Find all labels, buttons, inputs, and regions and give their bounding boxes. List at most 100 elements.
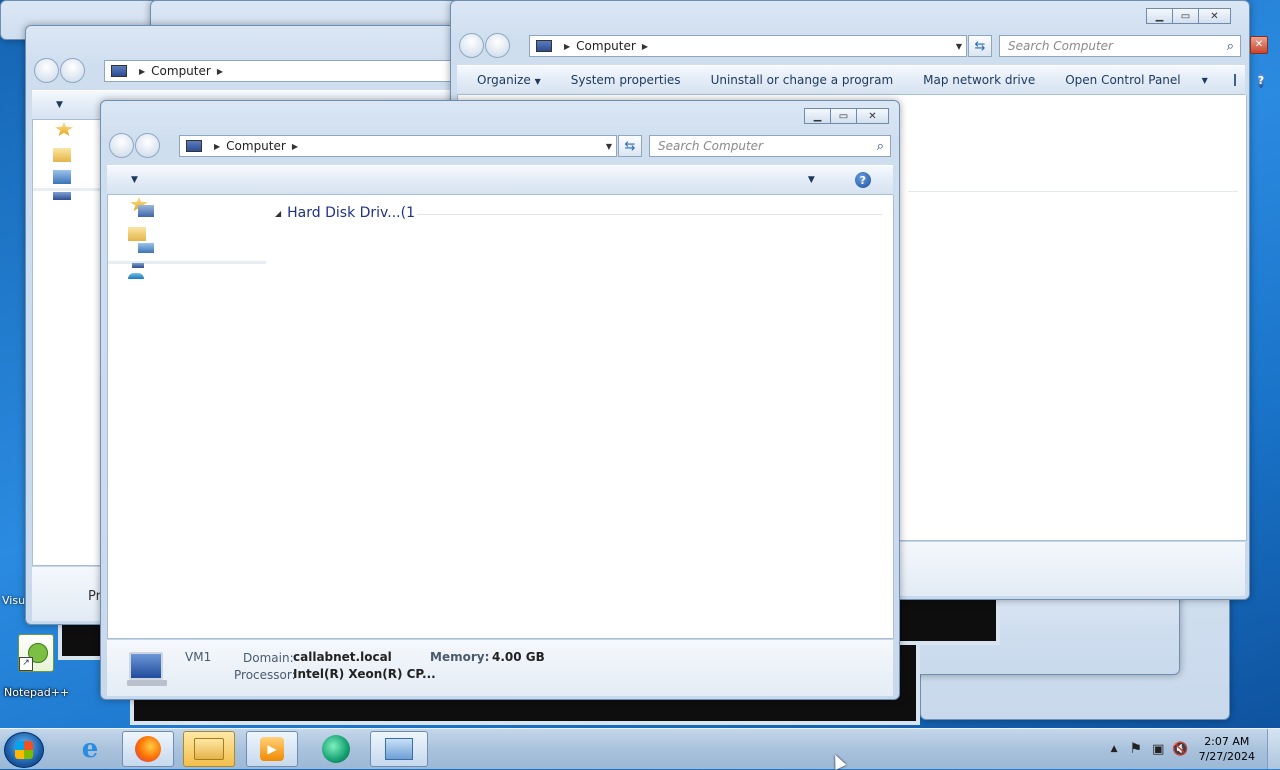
back-button[interactable] xyxy=(34,58,59,83)
homegroup-icon[interactable] xyxy=(53,170,71,184)
domain-label: Domain: xyxy=(243,651,294,665)
taskbar-media-player[interactable]: ▶ xyxy=(246,731,298,767)
taskbar-firefox[interactable] xyxy=(122,731,174,767)
forward-button[interactable] xyxy=(485,33,510,58)
clock[interactable]: 2:07 AM 7/27/2024 xyxy=(1199,734,1255,764)
minimize-button[interactable]: ▁ xyxy=(1146,8,1173,24)
notepad-icon: ↗ xyxy=(18,634,54,672)
help-icon[interactable]: ? xyxy=(854,172,871,188)
start-button[interactable] xyxy=(4,732,44,768)
system-properties-button[interactable]: System properties xyxy=(556,73,696,87)
favorites-icon[interactable] xyxy=(55,122,73,136)
window-caption-buttons: ▁ ▭ ✕ xyxy=(1146,8,1231,24)
close-button[interactable]: ✕ xyxy=(1198,8,1231,24)
computer-icon xyxy=(186,140,202,152)
refresh-button[interactable]: ⇆ xyxy=(618,135,642,157)
address-bar[interactable]: ▶ Computer ▶ ▼ xyxy=(529,35,967,57)
open-control-panel-button[interactable]: Open Control Panel xyxy=(1050,73,1195,87)
breadcrumb-computer[interactable]: Computer xyxy=(226,139,286,153)
computer-large-icon xyxy=(129,652,163,680)
breadcrumb-arrow-icon: ▶ xyxy=(291,141,298,151)
media-player-icon: ▶ xyxy=(260,737,284,761)
explorer-window-front[interactable]: ▁ ▭ ✕ ▶ Computer ▶ ▼ ⇆ Search Computer ⌕… xyxy=(100,100,900,700)
network-nav-icon[interactable] xyxy=(128,273,144,279)
back-button[interactable] xyxy=(459,33,484,58)
collapse-triangle-icon[interactable]: ◢ xyxy=(275,209,281,218)
taskbar-explorer[interactable] xyxy=(183,731,235,767)
forward-button[interactable] xyxy=(135,133,160,158)
computer-stand xyxy=(127,680,167,686)
window-caption-buttons: ▁ ▭ ✕ xyxy=(804,108,889,124)
search-input[interactable]: Search Computer ⌕ xyxy=(649,135,891,157)
green-app-icon xyxy=(322,735,350,763)
refresh-button[interactable]: ⇆ xyxy=(968,35,992,57)
taskbar-server-manager[interactable] xyxy=(370,731,428,767)
group-header-divider xyxy=(417,214,882,215)
domain-value: callabnet.local xyxy=(293,650,392,664)
show-desktop-button[interactable] xyxy=(1267,729,1280,769)
more-commands-chevron-icon[interactable]: ▼ xyxy=(808,175,815,185)
network-icon[interactable]: ▣ xyxy=(1152,742,1164,757)
offscreen-window-close-icon[interactable]: ✕ xyxy=(1250,36,1268,54)
preview-pane-icon[interactable] xyxy=(1233,74,1236,86)
maximize-button[interactable]: ▭ xyxy=(1172,8,1199,24)
help-icon[interactable]: ? xyxy=(1257,72,1265,88)
command-bar: ▼ ▼ ? xyxy=(107,165,893,195)
close-button[interactable]: ✕ xyxy=(856,108,889,124)
memory-label: Memory: xyxy=(430,650,490,664)
back-button[interactable] xyxy=(109,133,134,158)
command-bar: Organize ▼ System properties Uninstall o… xyxy=(457,65,1265,95)
firefox-icon xyxy=(135,736,161,762)
taskbar-app-green[interactable] xyxy=(310,731,362,767)
organize-chevron-icon[interactable]: ▼ xyxy=(131,175,138,185)
libraries-icon[interactable] xyxy=(128,227,146,241)
search-icon: ⌕ xyxy=(1226,38,1234,54)
hard-disk-group-header[interactable]: ◢ Hard Disk Driv...(1 xyxy=(275,205,415,221)
address-bar[interactable]: ▶ Computer ▶ ▼ xyxy=(179,135,617,157)
show-hidden-icons-icon[interactable]: ▲ xyxy=(1111,744,1118,754)
search-placeholder: Search Computer xyxy=(658,139,763,153)
address-bar[interactable]: ▶ Computer ▶ xyxy=(104,60,474,82)
volume-muted-icon[interactable]: 🔇 xyxy=(1172,742,1188,757)
memory-value: 4.00 GB xyxy=(492,650,545,664)
address-history-dropdown[interactable]: ▼ xyxy=(606,142,612,151)
internet-explorer-icon: e xyxy=(81,734,99,764)
windows-logo-icon xyxy=(15,741,33,759)
computer-nav-icon[interactable] xyxy=(132,263,144,268)
computer-icon xyxy=(111,65,127,77)
maximize-button[interactable]: ▭ xyxy=(830,108,857,124)
breadcrumb-arrow-icon: ▶ xyxy=(216,66,223,76)
minimize-button[interactable]: ▁ xyxy=(804,108,831,124)
desktop-icon-notepad[interactable]: ↗ Notepad++ xyxy=(4,634,70,699)
organize-button[interactable]: Organize ▼ xyxy=(457,73,556,87)
uninstall-program-button[interactable]: Uninstall or change a program xyxy=(696,73,909,87)
group-divider xyxy=(908,191,1238,192)
details-pane: VM1 Domain: callabnet.local Memory: 4.00… xyxy=(107,639,893,696)
forward-button[interactable] xyxy=(60,58,85,83)
libraries-folder-icon[interactable] xyxy=(138,205,154,217)
server-manager-icon xyxy=(385,738,413,760)
search-input[interactable]: Search Computer ⌕ xyxy=(999,35,1241,57)
clock-date: 7/27/2024 xyxy=(1198,750,1255,763)
action-center-flag-icon[interactable]: ⚑ xyxy=(1130,741,1143,757)
chevron-down-icon[interactable]: ▼ xyxy=(56,100,63,110)
breadcrumb-computer[interactable]: Computer xyxy=(151,64,211,78)
address-history-dropdown[interactable]: ▼ xyxy=(956,42,962,51)
more-commands-chevron-icon[interactable]: ▼ xyxy=(1202,76,1208,85)
navigation-pane xyxy=(107,195,269,639)
breadcrumb-computer[interactable]: Computer xyxy=(576,39,636,53)
map-network-drive-button[interactable]: Map network drive xyxy=(908,73,1050,87)
content-pane: ◢ Hard Disk Driv...(1 xyxy=(267,195,894,639)
taskbar-ie[interactable]: e xyxy=(64,731,116,767)
desktop-icon-label: Notepad++ xyxy=(4,686,70,699)
computer-nav-icon[interactable] xyxy=(53,192,71,200)
folder-icon xyxy=(194,738,224,760)
libraries-icon[interactable] xyxy=(53,148,71,162)
breadcrumb-arrow-icon: ▶ xyxy=(564,41,571,51)
group-header-label: Hard Disk Driv...(1 xyxy=(287,205,415,221)
homegroup-icon[interactable] xyxy=(138,243,154,253)
search-icon: ⌕ xyxy=(876,138,884,154)
search-placeholder: Search Computer xyxy=(1008,39,1113,53)
desktop-icon-label-visu[interactable]: Visu xyxy=(2,594,25,607)
computer-icon xyxy=(536,40,552,52)
